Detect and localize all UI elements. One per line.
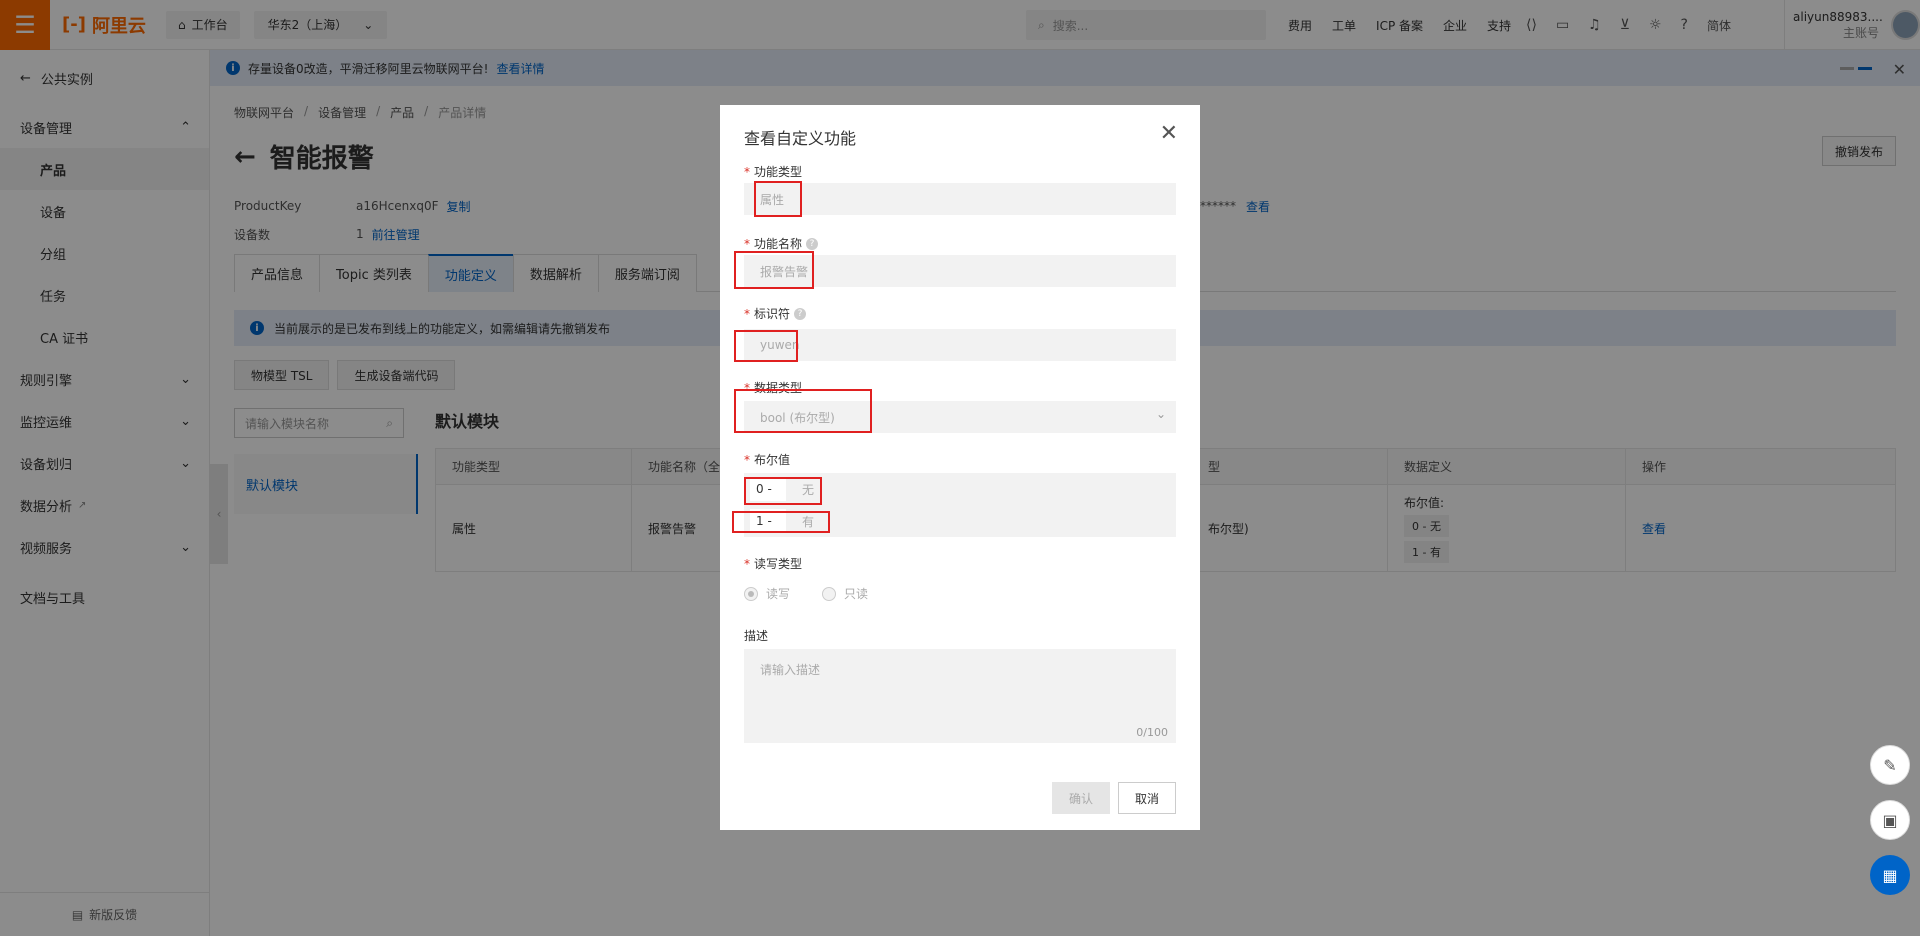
required-mark: *: [744, 306, 750, 321]
radio-dot: [744, 586, 758, 601]
bool-label: * 布尔值: [744, 451, 790, 468]
radio-read-write[interactable]: 读写: [744, 585, 790, 602]
radio-label: 只读: [844, 587, 869, 601]
apps-icon[interactable]: ▦: [1870, 855, 1910, 895]
identifier-field[interactable]: yuwen: [744, 329, 1176, 361]
confirm-button[interactable]: 确认: [1052, 782, 1110, 814]
char-count: 0/100: [1136, 726, 1168, 739]
rw-radio-group: 读写 只读: [744, 585, 868, 602]
highlight-box: [754, 181, 802, 217]
rw-label-text: 读写类型: [754, 557, 803, 571]
required-mark: *: [744, 236, 750, 251]
highlight-box: [732, 511, 830, 533]
type-label-text: 功能类型: [754, 165, 803, 179]
required-mark: *: [744, 452, 750, 467]
desc-label: 描述: [744, 627, 768, 644]
dialog-title: 查看自定义功能: [744, 129, 857, 148]
radio-dot: [822, 586, 837, 601]
close-icon[interactable]: ✕: [1160, 121, 1178, 146]
highlight-box: [744, 477, 822, 505]
highlight-box: [734, 330, 798, 362]
chat-icon[interactable]: ▣: [1870, 800, 1910, 840]
name-label: * 功能名称 ?: [744, 235, 819, 252]
help-icon[interactable]: ?: [806, 237, 819, 250]
help-icon[interactable]: ?: [794, 307, 807, 320]
highlight-box: [734, 251, 814, 289]
identifier-label: * 标识符 ?: [744, 305, 807, 322]
name-label-text: 功能名称: [754, 237, 803, 251]
cancel-button[interactable]: 取消: [1118, 782, 1176, 814]
required-mark: *: [744, 164, 750, 179]
dialog-footer: 确认 取消: [1052, 782, 1176, 814]
view-function-dialog: 查看自定义功能 ✕ * 功能类型 属性 * 功能名称 ? 报警告警 * 标识符 …: [720, 105, 1200, 830]
description-textarea[interactable]: 请输入描述 0/100: [744, 649, 1176, 743]
chevron-down-icon: ⌄: [1155, 407, 1166, 421]
desc-placeholder: 请输入描述: [760, 663, 821, 677]
highlight-box: [734, 389, 872, 433]
type-label: * 功能类型: [744, 163, 802, 180]
edit-icon[interactable]: ✎: [1870, 745, 1910, 785]
radio-read-only[interactable]: 只读: [822, 585, 868, 602]
radio-label: 读写: [766, 587, 791, 601]
required-mark: *: [744, 556, 750, 571]
type-field[interactable]: 属性: [744, 183, 1176, 215]
desc-label-text: 描述: [744, 629, 769, 643]
rw-label: * 读写类型: [744, 555, 802, 572]
identifier-label-text: 标识符: [754, 307, 791, 321]
bool-label-text: 布尔值: [754, 453, 791, 467]
